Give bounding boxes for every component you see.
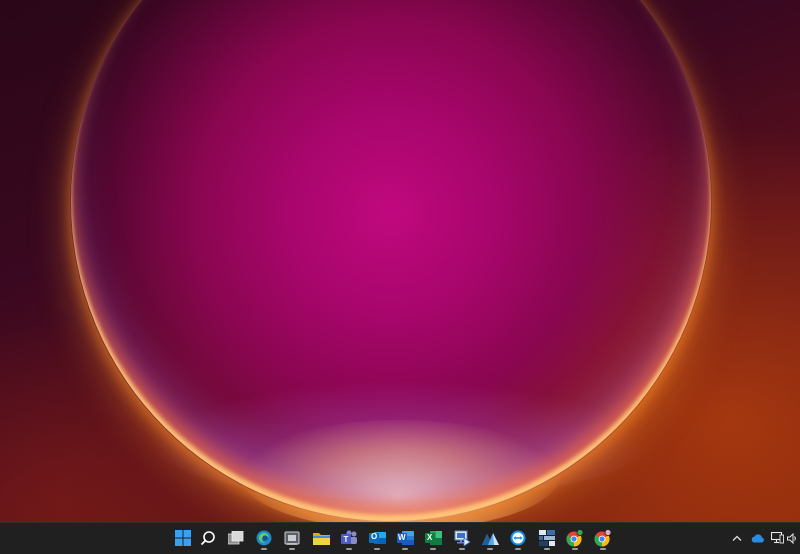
excel-button[interactable]: X: [421, 526, 445, 550]
onedrive-button[interactable]: [750, 530, 766, 546]
app-button-14[interactable]: [535, 526, 559, 550]
volume-button[interactable]: [786, 530, 798, 546]
cloud-icon: [751, 533, 764, 542]
running-indicator: [544, 548, 550, 550]
task-view-icon: [228, 531, 244, 545]
word-button[interactable]: W: [393, 526, 417, 550]
app-button-12[interactable]: [478, 526, 502, 550]
running-indicator: [515, 548, 521, 550]
teams-button[interactable]: T: [337, 526, 361, 550]
running-indicator: [600, 548, 606, 550]
running-indicator: [346, 548, 352, 550]
mountain-app-icon: [481, 533, 499, 545]
word-glyph: W: [398, 533, 406, 542]
hardware-app-icon: [284, 531, 300, 545]
app-button-5[interactable]: [280, 526, 304, 550]
running-indicator: [261, 548, 267, 550]
chrome-profile-icon: [594, 529, 612, 547]
svg-text:T: T: [343, 535, 348, 544]
speaker-icon: [786, 532, 796, 544]
running-indicator: [374, 548, 380, 550]
running-indicator: [572, 548, 578, 550]
taskbar: T O W X: [0, 522, 800, 554]
chrome-button[interactable]: [563, 526, 587, 550]
edge-icon: [256, 530, 272, 546]
folder-icon: [312, 533, 330, 545]
file-explorer-button[interactable]: [309, 526, 333, 550]
excel-glyph: X: [427, 533, 433, 542]
task-view-button[interactable]: [224, 526, 248, 550]
chevron-up-icon: [732, 535, 742, 541]
grid-app-icon: [539, 530, 555, 546]
teamviewer-button[interactable]: [506, 526, 530, 550]
chrome-profile-button[interactable]: [591, 526, 615, 550]
teamviewer-icon: [510, 530, 526, 546]
show-hidden-icons-button[interactable]: [731, 530, 743, 546]
search-button[interactable]: [196, 526, 220, 550]
chrome-icon: [566, 529, 584, 547]
outlook-glyph: O: [371, 532, 378, 541]
outlook-button[interactable]: O: [365, 526, 389, 550]
running-indicator: [459, 548, 465, 550]
running-indicator: [402, 548, 408, 550]
network-button[interactable]: [770, 530, 784, 546]
search-icon: [200, 531, 215, 546]
network-icon: [770, 532, 784, 544]
running-indicator: [430, 548, 436, 550]
windows-logo-icon: [175, 530, 191, 546]
desktop-wallpaper: [0, 0, 800, 522]
running-indicator: [289, 548, 295, 550]
start-button[interactable]: [171, 526, 195, 550]
teams-icon: T: [340, 530, 357, 544]
running-indicator: [487, 548, 493, 550]
edge-button[interactable]: [252, 526, 276, 550]
remote-desktop-button[interactable]: [450, 526, 474, 550]
remote-desktop-icon: [454, 530, 471, 546]
